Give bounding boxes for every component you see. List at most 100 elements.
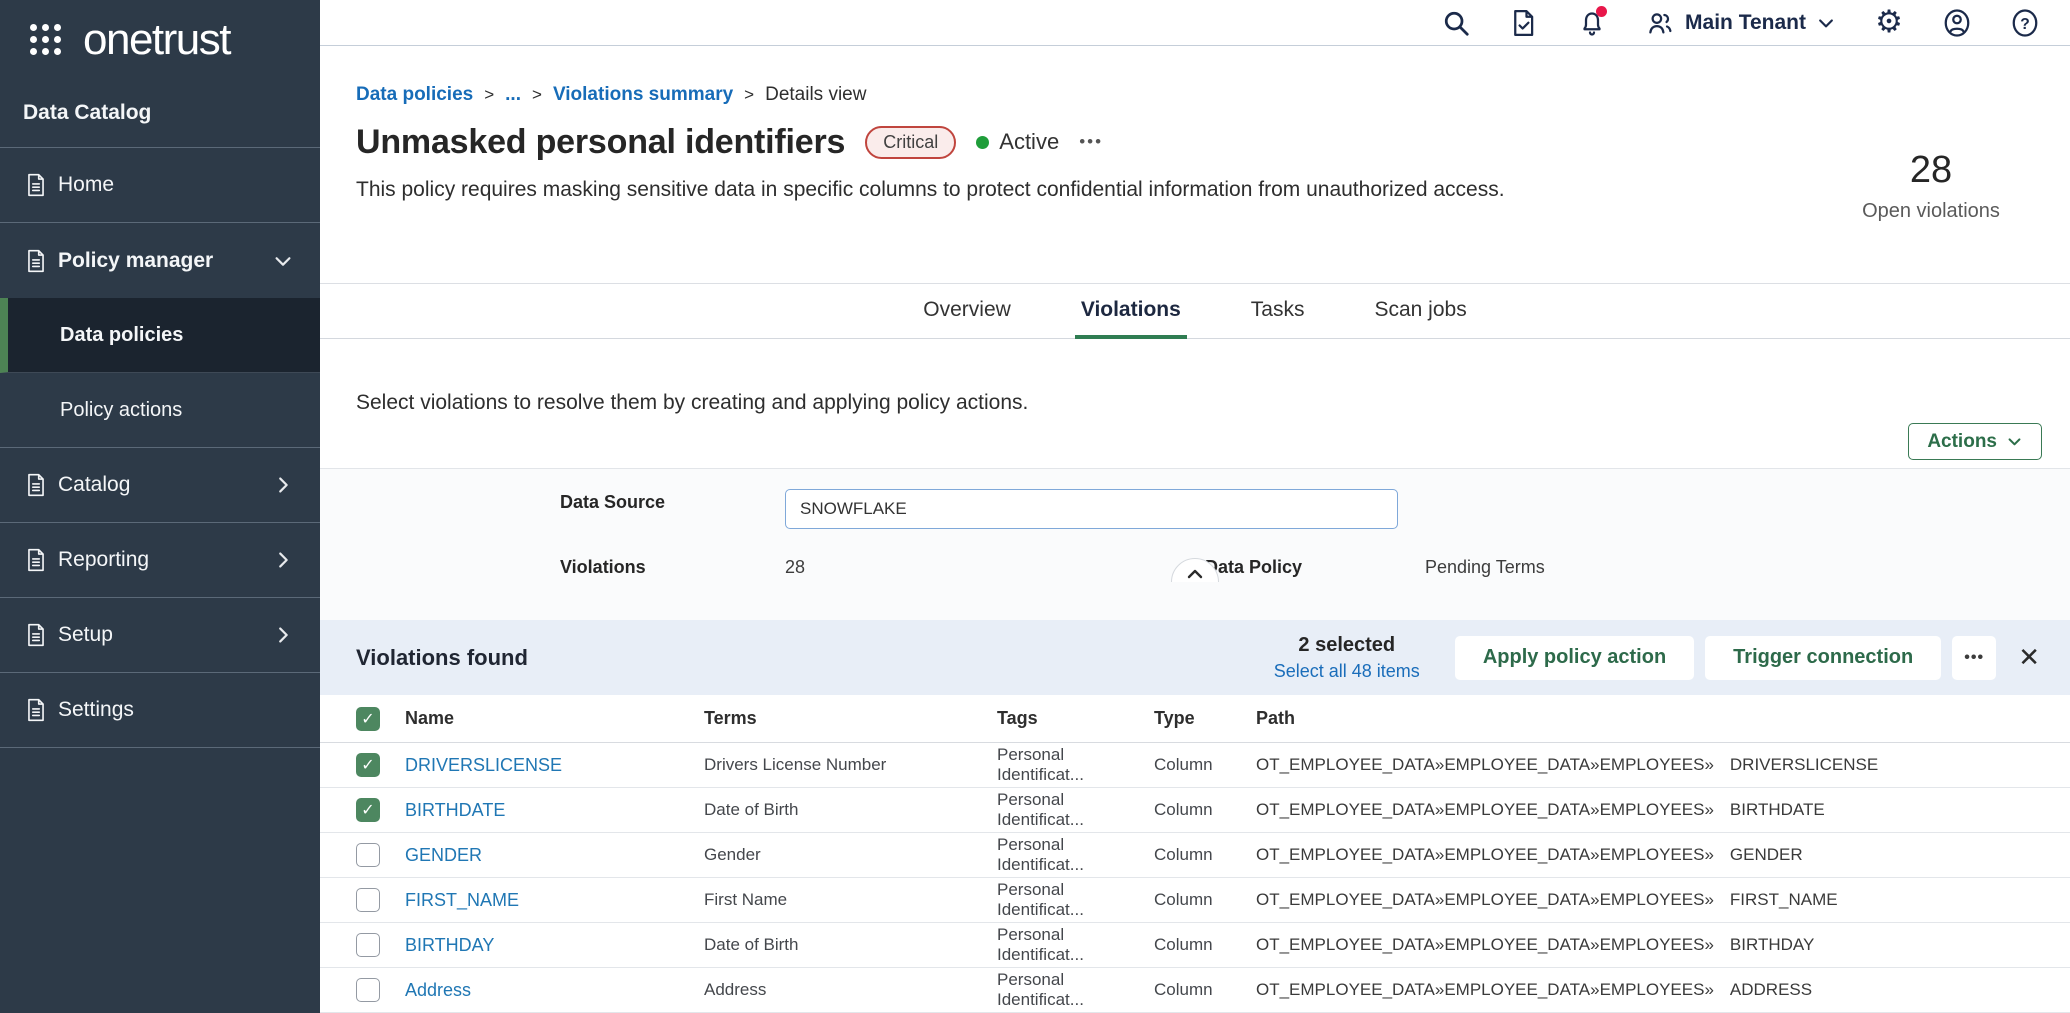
data-source-input[interactable] [785,489,1398,529]
app-window: onetrust Data Catalog Home Policy manage… [0,0,2070,1013]
help-icon[interactable]: ? [2010,8,2040,38]
violations-table: Name Terms Tags Type Path DRIVERSLICENSE… [320,695,2070,1013]
actions-row: Select violations to resolve them by cre… [320,339,2070,468]
sidebar-item-setup[interactable]: Setup [0,598,320,673]
sidebar-item-label: Home [58,173,294,197]
row-terms: Date of Birth [704,935,997,955]
tab-scan-jobs[interactable]: Scan jobs [1368,284,1472,339]
chevron-right-icon [272,624,294,646]
select-all-checkbox[interactable] [356,707,380,731]
selection-summary: 2 selected Select all 48 items [1274,634,1420,682]
select-all-link[interactable]: Select all 48 items [1274,661,1420,682]
more-actions-button[interactable]: ••• [1952,636,1996,680]
breadcrumb-separator: > [532,85,542,105]
column-header-name: Name [405,708,704,729]
svg-text:?: ? [2020,15,2030,32]
breadcrumb-violations-summary[interactable]: Violations summary [553,84,733,106]
row-path: OT_EMPLOYEE_DATA»EMPLOYEE_DATA»EMPLOYEES… [1256,980,2046,1000]
collapse-panel-button[interactable] [1171,558,1219,582]
sidebar-item-reporting[interactable]: Reporting [0,523,320,598]
sidebar-item-label: Data policies [60,324,183,347]
policy-header: Data policies > ... > Violations summary… [320,84,2070,283]
row-path: OT_EMPLOYEE_DATA»EMPLOYEE_DATA»EMPLOYEES… [1256,845,2046,865]
tenant-switcher[interactable]: Main Tenant [1645,8,1836,38]
row-checkbox[interactable] [356,888,380,912]
row-checkbox[interactable] [356,843,380,867]
column-header-path: Path [1256,708,2046,729]
row-name-link[interactable]: BIRTHDATE [405,800,704,821]
row-terms: Drivers License Number [704,755,997,775]
row-tags: Personal Identificat... [997,880,1154,920]
sidebar-item-catalog[interactable]: Catalog [0,448,320,523]
sidebar-item-home[interactable]: Home [0,148,320,223]
breadcrumb: Data policies > ... > Violations summary… [356,84,2070,106]
notification-dot [1596,6,1607,17]
row-name-link[interactable]: BIRTHDAY [405,935,704,956]
row-type: Column [1154,800,1256,820]
violations-count-value: 28 [785,557,805,578]
row-name-link[interactable]: FIRST_NAME [405,890,704,911]
bell-icon[interactable] [1577,8,1607,38]
violations-count-label: Violations [560,557,646,578]
row-checkbox[interactable] [356,798,380,822]
chevron-down-icon [272,250,294,272]
trigger-connection-button[interactable]: Trigger connection [1705,636,1941,680]
tenant-label: Main Tenant [1685,11,1806,35]
table-row: BIRTHDAY Date of Birth Personal Identifi… [320,923,2070,968]
sidebar-item-policy-actions[interactable]: Policy actions [0,373,320,448]
title-more-menu[interactable]: ••• [1079,132,1103,152]
tab-overview[interactable]: Overview [917,284,1017,339]
gear-icon[interactable]: ⚙ [1874,8,1904,38]
tab-violations[interactable]: Violations [1075,284,1187,339]
document-icon [23,697,49,723]
filter-panel: Data Source Violations 28 Data Policy Pe… [320,468,2070,620]
search-icon[interactable] [1441,8,1471,38]
open-violations-stat: 28 Open violations [1856,148,2006,223]
apply-policy-action-button[interactable]: Apply policy action [1455,636,1694,680]
chevron-up-icon [1183,563,1207,582]
selected-count: 2 selected [1274,634,1420,657]
tab-bar: Overview Violations Tasks Scan jobs [320,283,2070,339]
table-header-row: Name Terms Tags Type Path [320,695,2070,743]
row-terms: First Name [704,890,997,910]
actions-button[interactable]: Actions [1908,423,2042,460]
row-terms: Address [704,980,997,1000]
row-checkbox[interactable] [356,753,380,777]
row-type: Column [1154,980,1256,1000]
close-icon[interactable]: ✕ [2018,642,2040,673]
sidebar-item-settings[interactable]: Settings [0,673,320,748]
document-icon [23,547,49,573]
row-name-link[interactable]: Address [405,980,704,1001]
instruction-text: Select violations to resolve them by cre… [356,391,2070,415]
row-tags: Personal Identificat... [997,970,1154,1010]
doc-check-icon[interactable] [1509,8,1539,38]
document-icon [23,172,49,198]
breadcrumb-current: Details view [765,84,866,106]
row-checkbox[interactable] [356,933,380,957]
product-name: Data Catalog [0,79,320,148]
table-row: GENDER Gender Personal Identificat... Co… [320,833,2070,878]
tab-tasks[interactable]: Tasks [1245,284,1311,339]
data-policy-label: Data Policy [1205,557,1302,578]
sidebar-item-data-policies[interactable]: Data policies [0,298,320,373]
account-icon[interactable] [1942,8,1972,38]
app-grid-icon[interactable] [30,24,61,55]
data-policy-value: Pending Terms [1425,557,1545,578]
sidebar-item-policy-manager[interactable]: Policy manager [0,223,320,298]
row-path: OT_EMPLOYEE_DATA»EMPLOYEE_DATA»EMPLOYEES… [1256,800,2046,820]
row-tags: Personal Identificat... [997,745,1154,785]
people-icon [1645,8,1675,38]
row-tags: Personal Identificat... [997,790,1154,830]
stat-value: 28 [1856,148,2006,192]
row-name-link[interactable]: DRIVERSLICENSE [405,755,704,776]
column-header-terms: Terms [704,708,997,729]
sidebar: onetrust Data Catalog Home Policy manage… [0,0,320,1013]
row-checkbox[interactable] [356,978,380,1002]
row-name-link[interactable]: GENDER [405,845,704,866]
stat-label: Open violations [1856,200,2006,223]
breadcrumb-data-policies[interactable]: Data policies [356,84,473,106]
breadcrumb-ellipsis[interactable]: ... [505,84,521,106]
brand-logo: onetrust [83,15,230,65]
chevron-down-icon [1816,13,1836,33]
page-title: Unmasked personal identifiers [356,123,845,162]
